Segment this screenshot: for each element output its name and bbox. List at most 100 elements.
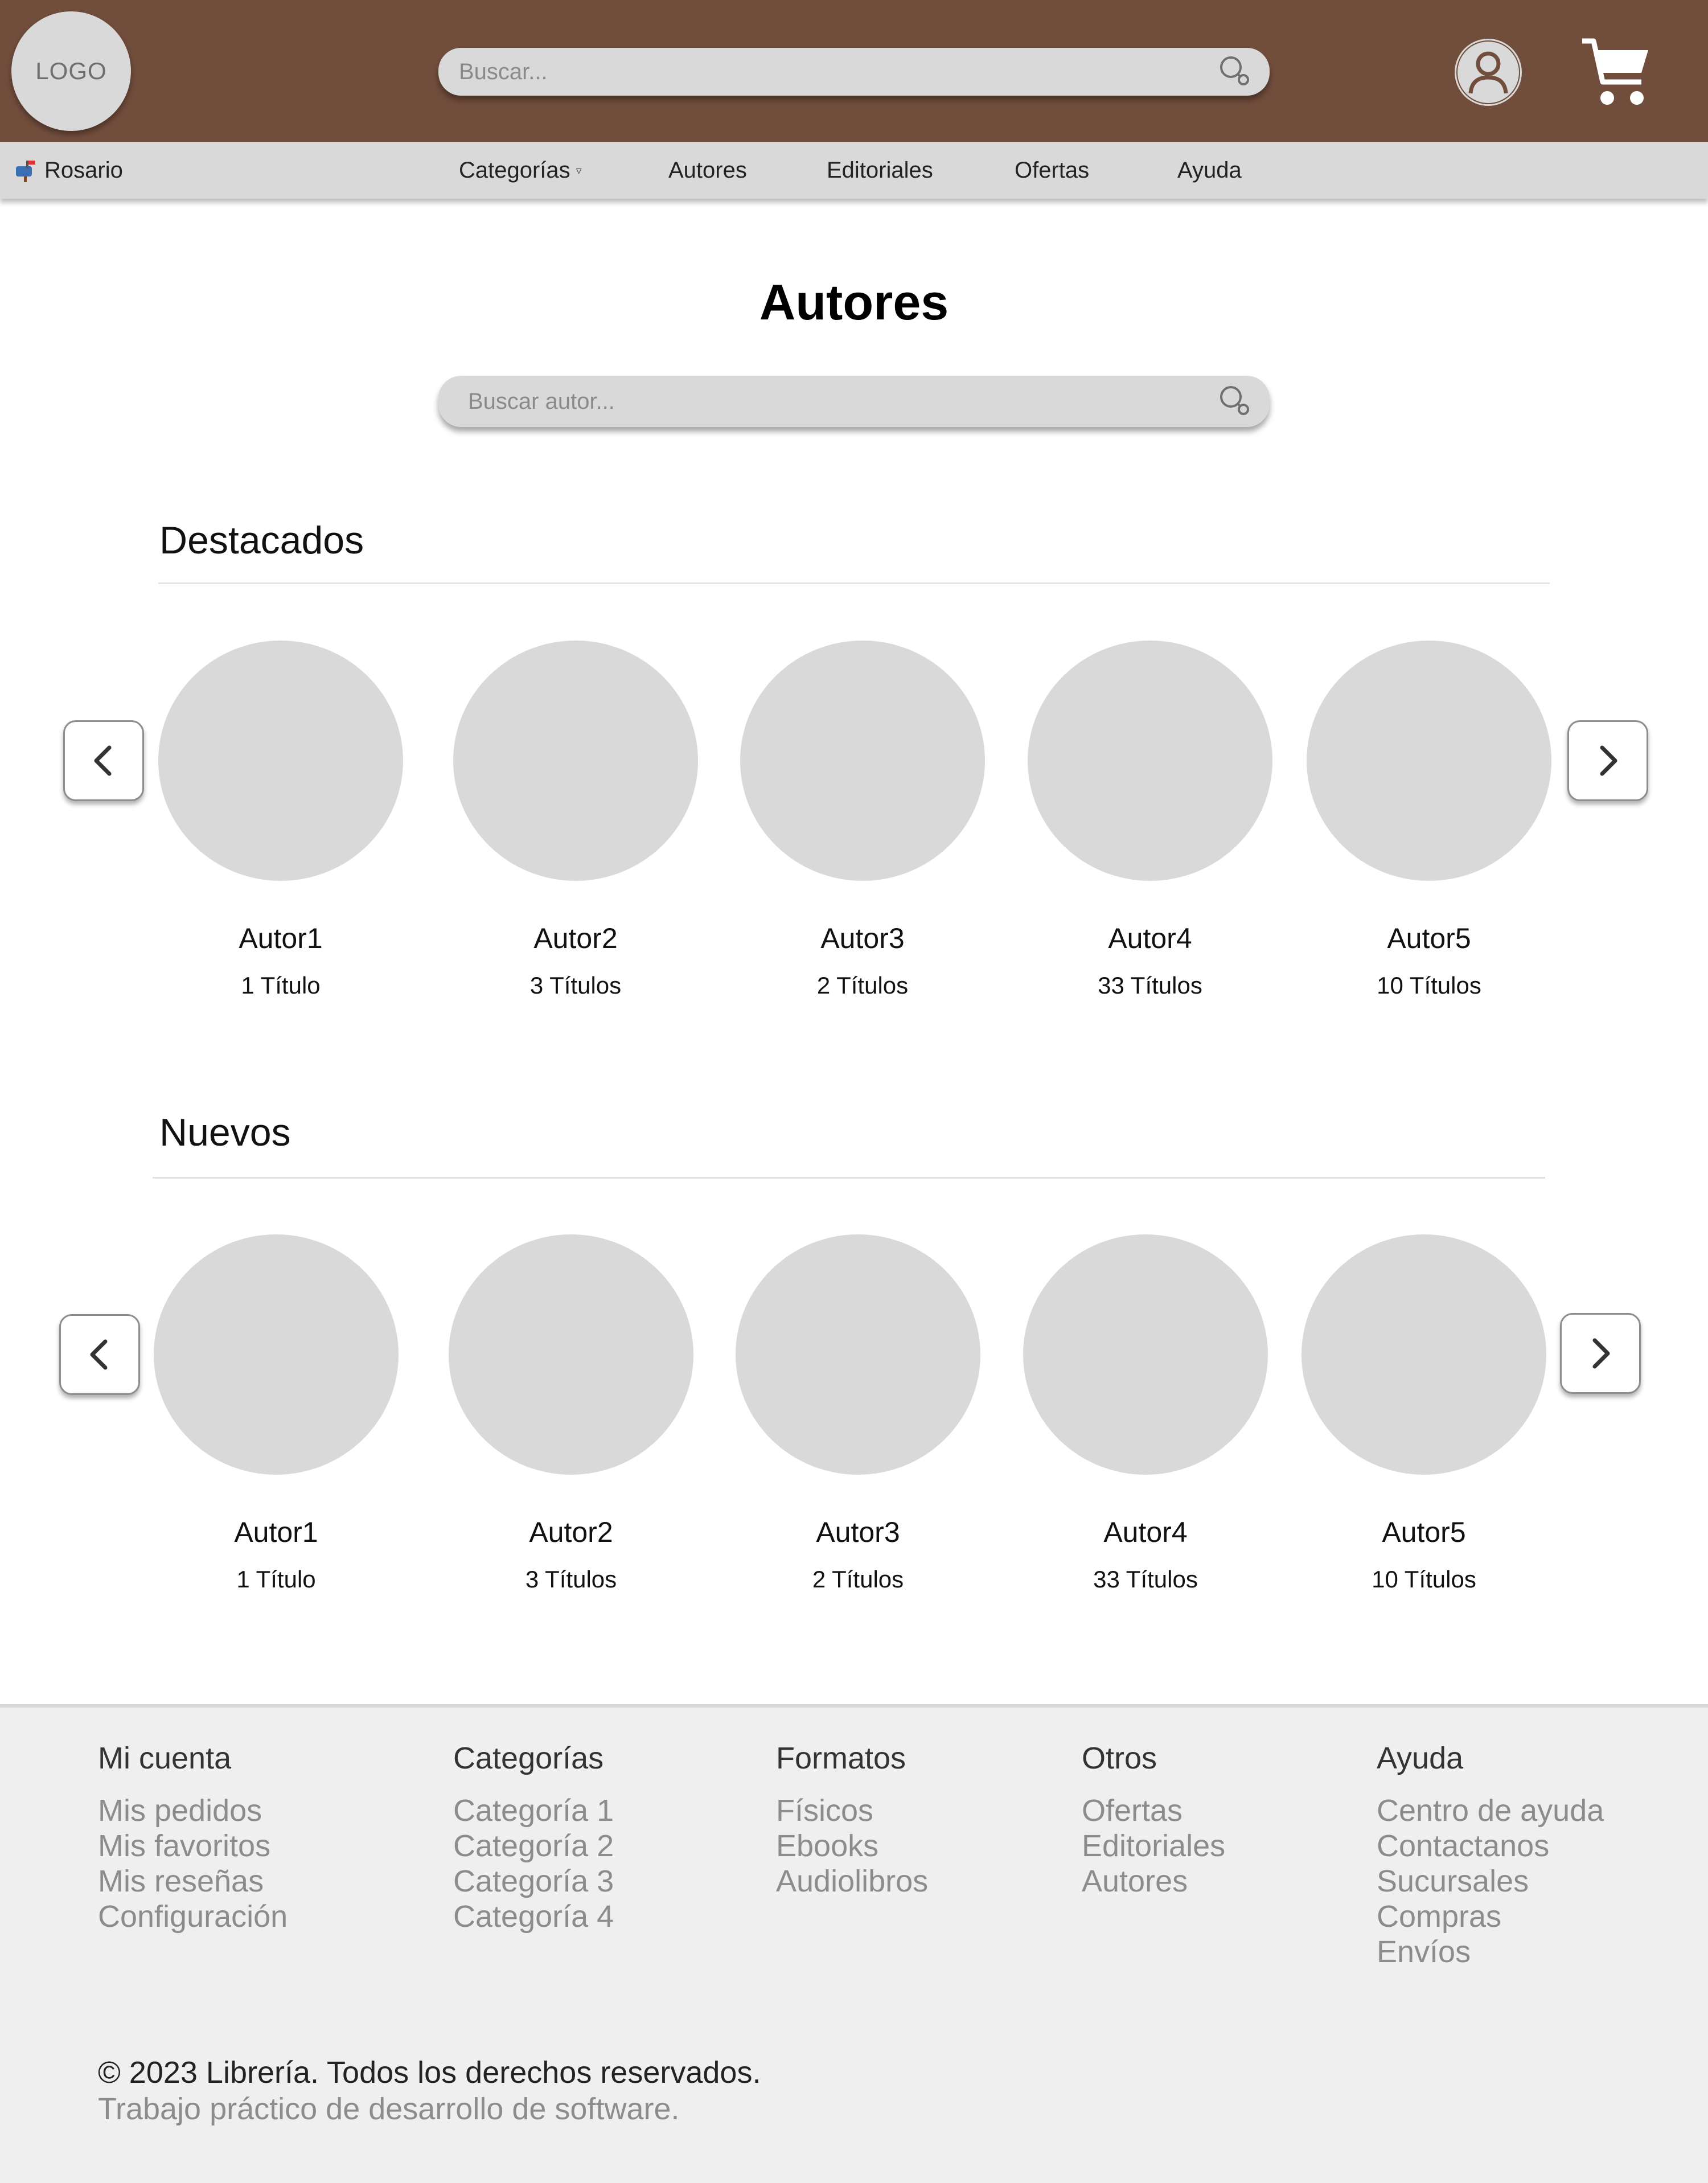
nav-item-label: Categorías bbox=[459, 157, 570, 183]
carousel-next-button[interactable] bbox=[1567, 720, 1648, 801]
footer-link[interactable]: Autores bbox=[1082, 1864, 1225, 1899]
author-card[interactable]: Autor2 3 Títulos bbox=[449, 1234, 693, 1593]
footer-column-formatos: Formatos Físicos Ebooks Audiolibros bbox=[776, 1741, 928, 1899]
footer-link[interactable]: Configuración bbox=[98, 1899, 288, 1934]
author-name: Autor4 bbox=[1108, 922, 1192, 954]
chevron-left-icon bbox=[90, 1339, 108, 1370]
footer-column-ayuda: Ayuda Centro de ayuda Contactanos Sucurs… bbox=[1377, 1741, 1604, 1969]
footer-link[interactable]: Categoría 1 bbox=[453, 1793, 614, 1828]
author-title-count: 2 Títulos bbox=[816, 972, 909, 999]
author-title-count: 1 Título bbox=[236, 1566, 316, 1593]
site-footer: Mi cuenta Mis pedidos Mis favoritos Mis … bbox=[0, 1704, 1708, 2183]
nav-item-ayuda[interactable]: Ayuda bbox=[1177, 142, 1242, 199]
carousel-next-button[interactable] bbox=[1560, 1313, 1641, 1394]
copyright-text: © 2023 Librería. Todos los derechos rese… bbox=[98, 2055, 761, 2090]
author-name: Autor2 bbox=[533, 922, 618, 954]
author-card[interactable]: Autor4 33 Títulos bbox=[1028, 641, 1272, 999]
footer-link[interactable]: Ebooks bbox=[776, 1828, 928, 1864]
footer-link[interactable]: Categoría 2 bbox=[453, 1828, 614, 1864]
search-icon[interactable] bbox=[1217, 383, 1254, 420]
footer-link[interactable]: Audiolibros bbox=[776, 1864, 928, 1899]
footer-link[interactable]: Físicos bbox=[776, 1793, 928, 1828]
main-nav: Rosario Categorías ▿ Autores Editoriales… bbox=[0, 142, 1708, 199]
footer-column-otros: Otros Ofertas Editoriales Autores bbox=[1082, 1741, 1225, 1899]
section-divider bbox=[153, 1177, 1545, 1179]
nav-item-ofertas[interactable]: Ofertas bbox=[1015, 142, 1089, 199]
cart-icon bbox=[1582, 38, 1648, 105]
author-name: Autor1 bbox=[234, 1516, 318, 1548]
footer-link[interactable]: Mis favoritos bbox=[98, 1828, 288, 1864]
author-title-count: 2 Títulos bbox=[812, 1566, 904, 1593]
footer-subtitle: Trabajo práctico de desarrollo de softwa… bbox=[98, 2092, 680, 2126]
author-title-count: 3 Títulos bbox=[525, 1566, 617, 1593]
author-card[interactable]: Autor1 1 Título bbox=[158, 641, 403, 999]
author-card[interactable]: Autor4 33 Títulos bbox=[1023, 1234, 1268, 1593]
user-icon bbox=[1456, 40, 1520, 104]
footer-link[interactable]: Categoría 3 bbox=[453, 1864, 614, 1899]
search-input[interactable]: Buscar... bbox=[438, 48, 1270, 96]
author-avatar bbox=[736, 1234, 980, 1475]
footer-link[interactable]: Editoriales bbox=[1082, 1828, 1225, 1864]
author-card[interactable]: Autor3 2 Títulos bbox=[736, 1234, 980, 1593]
footer-link[interactable]: Contactanos bbox=[1377, 1828, 1604, 1864]
logo[interactable]: LOGO bbox=[11, 11, 131, 131]
footer-heading: Formatos bbox=[776, 1741, 906, 1775]
author-card[interactable]: Autor5 10 Títulos bbox=[1307, 641, 1551, 999]
footer-link[interactable]: Centro de ayuda bbox=[1377, 1793, 1604, 1828]
chevron-left-icon bbox=[94, 745, 112, 776]
author-name: Autor1 bbox=[239, 922, 323, 954]
footer-link[interactable]: Mis reseñas bbox=[98, 1864, 288, 1899]
footer-heading: Categorías bbox=[453, 1741, 604, 1775]
author-avatar bbox=[158, 641, 403, 881]
cart-button[interactable] bbox=[1580, 35, 1651, 108]
author-search-input[interactable]: Buscar autor... bbox=[438, 376, 1270, 427]
author-avatar bbox=[1301, 1234, 1546, 1475]
footer-heading: Ayuda bbox=[1377, 1741, 1464, 1775]
user-profile-button[interactable] bbox=[1455, 39, 1522, 106]
author-title-count: 10 Títulos bbox=[1372, 1566, 1476, 1593]
location-selector[interactable]: Rosario bbox=[14, 142, 123, 199]
author-name: Autor3 bbox=[820, 922, 905, 954]
site-header: LOGO Buscar... bbox=[0, 0, 1708, 142]
author-avatar bbox=[453, 641, 698, 881]
author-name: Autor5 bbox=[1387, 922, 1471, 954]
author-title-count: 33 Títulos bbox=[1098, 972, 1202, 999]
author-name: Autor2 bbox=[529, 1516, 613, 1548]
footer-link[interactable]: Sucursales bbox=[1377, 1864, 1604, 1899]
nav-item-autores[interactable]: Autores bbox=[668, 142, 747, 199]
mailbox-icon bbox=[16, 161, 35, 182]
author-title-count: 10 Títulos bbox=[1377, 972, 1481, 999]
footer-link[interactable]: Ofertas bbox=[1082, 1793, 1225, 1828]
author-card[interactable]: Autor1 1 Título bbox=[154, 1234, 399, 1593]
footer-link[interactable]: Mis pedidos bbox=[98, 1793, 288, 1828]
author-avatar bbox=[1028, 641, 1272, 881]
footer-link[interactable]: Compras bbox=[1377, 1899, 1604, 1934]
carousel-prev-button[interactable] bbox=[59, 1314, 140, 1395]
chevron-right-icon bbox=[1592, 1338, 1610, 1369]
chevron-right-icon bbox=[1600, 745, 1617, 776]
section-title-nuevos: Nuevos bbox=[159, 1111, 291, 1154]
author-title-count: 3 Títulos bbox=[529, 972, 622, 999]
footer-link[interactable]: Categoría 4 bbox=[453, 1899, 614, 1934]
author-title-count: 1 Título bbox=[241, 972, 321, 999]
location-label: Rosario bbox=[44, 157, 123, 183]
author-name: Autor5 bbox=[1382, 1516, 1466, 1548]
carousel-prev-button[interactable] bbox=[63, 720, 144, 801]
footer-link[interactable]: Envíos bbox=[1377, 1934, 1604, 1969]
nav-item-categorias[interactable]: Categorías ▿ bbox=[459, 142, 582, 199]
footer-heading: Mi cuenta bbox=[98, 1741, 232, 1775]
author-card[interactable]: Autor3 2 Títulos bbox=[740, 641, 985, 999]
author-avatar bbox=[740, 641, 985, 881]
author-card[interactable]: Autor2 3 Títulos bbox=[453, 641, 698, 999]
section-title-destacados: Destacados bbox=[159, 519, 364, 562]
nav-item-editoriales[interactable]: Editoriales bbox=[827, 142, 933, 199]
section-divider bbox=[158, 582, 1550, 584]
author-card[interactable]: Autor5 10 Títulos bbox=[1301, 1234, 1546, 1593]
search-placeholder: Buscar... bbox=[459, 59, 548, 84]
search-placeholder: Buscar autor... bbox=[468, 388, 615, 414]
author-name: Autor4 bbox=[1103, 1516, 1188, 1548]
search-icon[interactable] bbox=[1217, 54, 1254, 90]
footer-column-categorias: Categorías Categoría 1 Categoría 2 Categ… bbox=[453, 1741, 614, 1934]
author-title-count: 33 Títulos bbox=[1093, 1566, 1198, 1593]
footer-heading: Otros bbox=[1082, 1741, 1157, 1775]
